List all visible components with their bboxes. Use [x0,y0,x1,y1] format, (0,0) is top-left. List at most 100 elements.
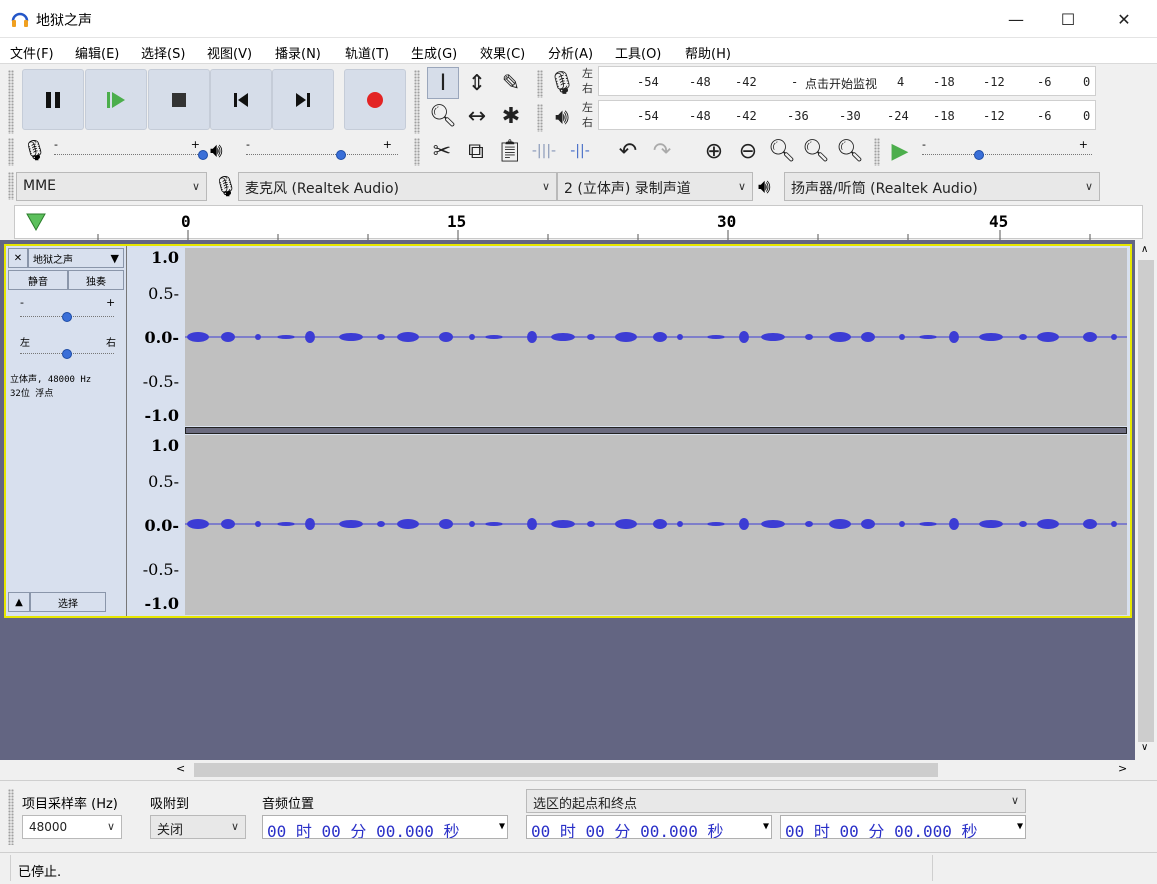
record-button[interactable] [344,69,406,130]
silence-button[interactable]: -||- [564,135,596,167]
slider-knob[interactable] [198,150,208,160]
timeshift-tool-button[interactable]: ↔ [461,100,493,132]
minimize-button[interactable]: — [989,0,1043,38]
slider-knob[interactable] [62,349,72,359]
toolbar-grip[interactable] [8,172,14,200]
pan-slider[interactable] [20,341,114,361]
play-button[interactable] [85,69,147,130]
skip-end-button[interactable] [272,69,334,130]
status-text: 已停止. [18,865,62,880]
skip-start-button[interactable] [210,69,272,130]
selection-start-field[interactable]: 00 时 00 分 00.000 秒 ▼ [526,815,772,839]
menu-tracks[interactable]: 轨道(T) [345,43,389,62]
pause-button[interactable] [22,69,84,130]
menu-generate[interactable]: 生成(G) [411,43,457,62]
triangle-down-icon[interactable]: ▼ [1017,821,1023,832]
selection-end-field[interactable]: 00 时 00 分 00.000 秒 ▼ [780,815,1026,839]
select-track-button[interactable]: 选择 [30,592,106,612]
project-rate-select[interactable]: 48000 ∨ [22,815,122,839]
gain-slider[interactable] [20,304,114,324]
zoom-in-button[interactable]: ⊕ [698,135,730,167]
toolbar-grip[interactable] [414,70,420,134]
selection-mode-select[interactable]: 选区的起点和终点 ∨ [526,789,1026,813]
record-meter[interactable]: -54 -48 -42 - 点击开始监视 4 -18 -12 -6 0 [598,66,1096,96]
play-at-speed-button[interactable]: ▶ [884,135,916,167]
triangle-down-icon[interactable]: ▼ [763,821,769,832]
maximize-button[interactable]: ☐ [1041,0,1095,38]
selection-tool-button[interactable]: I [427,67,459,99]
audio-position-field[interactable]: 00 时 00 分 00.000 秒 ▼ [262,815,508,839]
solo-button[interactable]: 独奏 [68,270,124,290]
menu-view[interactable]: 视图(V) [207,43,252,62]
redo-button[interactable]: ↷ [646,135,678,167]
envelope-tool-button[interactable]: ⇕ [461,67,493,99]
mute-button[interactable]: 静音 [8,270,68,290]
toolbar-grip[interactable] [414,138,420,166]
zoom-tool-button[interactable]: 🔍︎ [427,100,459,132]
draw-tool-button[interactable]: ✎ [495,67,527,99]
copy-button[interactable]: ⧉ [460,135,492,167]
waveform-blip [919,522,937,526]
timeline-ruler[interactable]: 0 15 30 45 [14,205,1143,240]
slider-knob[interactable] [336,150,346,160]
undo-button[interactable]: ↶ [612,135,644,167]
stop-button[interactable] [148,69,210,130]
audio-host-select[interactable]: MME ∨ [16,172,207,201]
toolbar-grip[interactable] [874,138,880,166]
multi-tool-button[interactable]: ✱ [495,100,527,132]
menu-file[interactable]: 文件(F) [10,43,54,62]
snap-to-select[interactable]: 关闭 ∨ [150,815,246,839]
chevron-right-icon[interactable]: > [1118,762,1127,775]
horizontal-scrollbar[interactable]: < > [170,760,1135,780]
slider-knob[interactable] [62,312,72,322]
menu-edit[interactable]: 编辑(E) [75,43,119,62]
track-menu-button[interactable]: 地狱之声 ▼ [28,248,124,268]
triangle-down-icon[interactable]: ▼ [499,821,505,832]
toolbar-grip[interactable] [8,70,14,134]
menu-effect[interactable]: 效果(C) [480,43,525,62]
waveform-blip [761,333,785,341]
chevron-down-icon[interactable]: ∨ [1141,742,1148,753]
amplitude-scale[interactable]: 1.0 0.5- 0.0- -0.5- -1.0 [127,246,185,428]
paste-button[interactable]: 📋︎ [494,135,526,167]
cut-button[interactable]: ✂ [426,135,458,167]
zoom-toggle-button[interactable]: 🔍︎ [834,135,866,167]
toolbar-grip[interactable] [537,104,543,132]
menu-select[interactable]: 选择(S) [141,43,185,62]
recording-device-select[interactable]: 麦克风 (Realtek Audio) ∨ [238,172,557,201]
start-monitoring-label[interactable]: 点击开始监视 [805,75,877,92]
track-close-button[interactable]: ✕ [8,248,28,268]
record-meter-button[interactable]: 🎙︎ [546,67,578,99]
play-meter-button[interactable]: 🔊︎ [546,101,578,133]
vertical-scrollbar[interactable]: ∧ ∨ [1135,240,1157,760]
waveform-right-channel[interactable] [185,435,1127,615]
play-speed-slider[interactable]: - + [922,138,1092,162]
waveform-left-channel[interactable] [185,248,1127,426]
scroll-thumb[interactable] [1138,260,1154,742]
chevron-left-icon[interactable]: < [176,762,185,775]
menu-help[interactable]: 帮助(H) [685,43,731,62]
playback-device-select[interactable]: 扬声器/听筒 (Realtek Audio) ∨ [784,172,1100,201]
menu-analyze[interactable]: 分析(A) [548,43,593,62]
fit-selection-button[interactable]: 🔍︎ [766,135,798,167]
playback-volume-slider[interactable]: - + [246,138,398,162]
menu-tools[interactable]: 工具(O) [615,43,661,62]
slider-knob[interactable] [974,150,984,160]
close-button[interactable]: ✕ [1097,0,1151,38]
fit-project-button[interactable]: 🔍︎ [800,135,832,167]
collapse-track-button[interactable]: ▲ [8,592,30,612]
timeline-pin-icon[interactable] [25,212,47,232]
chevron-up-icon[interactable]: ∧ [1141,244,1148,255]
toolbar-grip[interactable] [8,789,14,845]
recording-channels-select[interactable]: 2 (立体声) 录制声道 ∨ [557,172,753,201]
toolbar-grip[interactable] [537,70,543,98]
playback-meter[interactable]: -54 -48 -42 -36 -30 -24 -18 -12 -6 0 [598,100,1096,130]
trim-button[interactable]: -|||- [528,135,560,167]
scroll-thumb[interactable] [194,763,938,777]
menu-transport[interactable]: 播录(N) [275,43,321,62]
amplitude-scale[interactable]: 1.0 0.5- 0.0- -0.5- -1.0 [127,434,185,616]
track-control-panel[interactable]: ✕ 地狱之声 ▼ 静音 独奏 - + 左 右 立体声, 48000 Hz 32位… [6,246,127,616]
record-volume-slider[interactable]: - + [54,138,208,162]
zoom-out-button[interactable]: ⊖ [732,135,764,167]
toolbar-grip[interactable] [8,138,14,166]
